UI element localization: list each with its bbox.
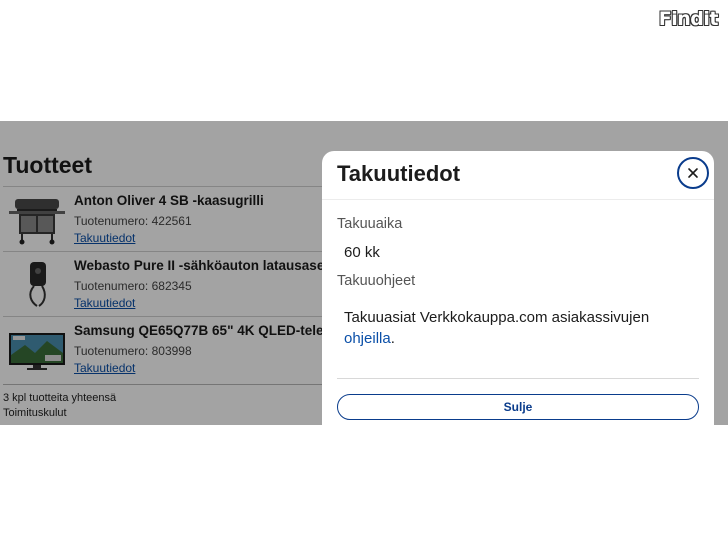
- modal-footer-divider: [337, 378, 699, 379]
- modal-divider: [322, 199, 714, 200]
- instructions-text: Takuuasiat Verkkokauppa.com asiakassivuj…: [344, 309, 650, 326]
- warranty-period-label: Takuuaika: [337, 216, 403, 232]
- screenshot-region: Tuotteet Anton Oliver 4 SB -kaasugrilli …: [0, 121, 728, 425]
- close-button[interactable]: [677, 157, 709, 189]
- instructions-end: .: [390, 330, 395, 347]
- warranty-modal: Takuutiedot Takuuaika 60 kk Takuuohjeet …: [322, 151, 714, 425]
- findit-watermark: Findit: [658, 8, 719, 30]
- close-icon: [688, 168, 698, 178]
- instructions-link[interactable]: ohjeilla: [344, 330, 391, 347]
- warranty-instructions: Takuuasiat Verkkokauppa.com asiakassivuj…: [344, 307, 684, 349]
- sulje-button[interactable]: Sulje: [337, 394, 699, 420]
- modal-title: Takuutiedot: [337, 161, 461, 186]
- warranty-period-value: 60 kk: [344, 244, 380, 261]
- warranty-instructions-label: Takuuohjeet: [337, 273, 416, 289]
